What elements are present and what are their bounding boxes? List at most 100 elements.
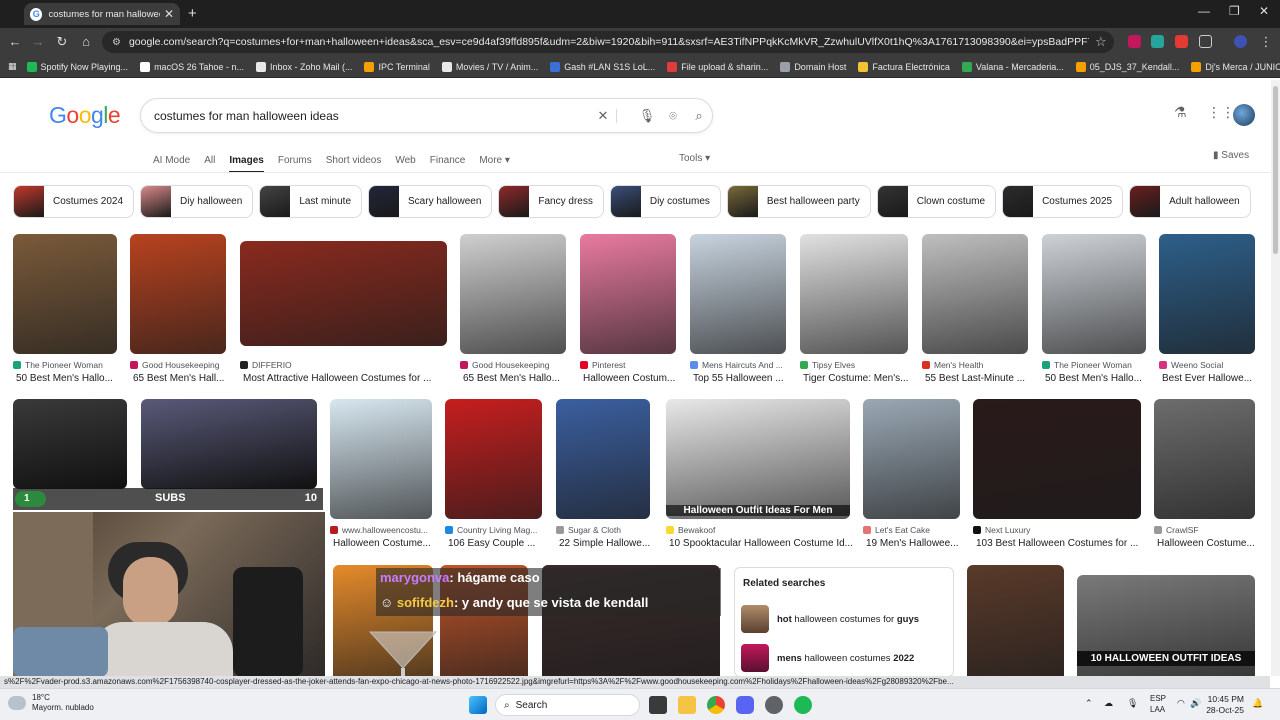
result-source[interactable]: Pinterest <box>580 360 626 370</box>
result-image[interactable]: Halloween Outfit Ideas For Men <box>666 399 850 519</box>
result-image[interactable] <box>13 399 127 489</box>
related-search-item[interactable]: mens halloween costumes 2022 <box>741 643 947 673</box>
tab-close-icon[interactable]: ✕ <box>164 7 174 21</box>
bookmark-item[interactable]: macOS 26 Tahoe - n... <box>140 61 244 72</box>
minimize-icon[interactable]: — <box>1198 4 1210 18</box>
extension-icon[interactable] <box>1128 35 1141 48</box>
result-image[interactable] <box>922 234 1028 354</box>
lens-camera-icon[interactable]: ⌾ <box>660 108 686 124</box>
site-info-icon[interactable]: ⚙ <box>112 37 121 48</box>
result-title[interactable]: Halloween Costume... <box>1157 538 1255 549</box>
result-image[interactable] <box>130 234 226 354</box>
result-image[interactable] <box>580 234 676 354</box>
system-clock[interactable]: 10:45 PM 28-Oct-25 <box>1200 694 1244 716</box>
bookmark-item[interactable]: Dj's Merca / JUNIO... <box>1191 61 1280 72</box>
browser-tab[interactable]: G costumes for man halloween id ✕ <box>24 3 180 25</box>
tools-button[interactable]: Tools ▾ <box>679 153 710 164</box>
tab-forums[interactable]: Forums <box>278 155 312 166</box>
bookmark-item[interactable]: Movies / TV / Anim... <box>441 61 538 72</box>
taskbar-search[interactable]: ⌕ Search <box>495 694 640 716</box>
related-search-item[interactable]: hot halloween costumes for guys <box>741 604 947 634</box>
avatar[interactable] <box>1233 104 1255 126</box>
result-image[interactable]: 10 HALLOWEEN OUTFIT IDEAS <box>1077 575 1255 676</box>
bookmark-item[interactable]: Valana - Mercaderia... <box>961 61 1064 72</box>
result-source[interactable]: DIFFERIO <box>240 360 292 370</box>
result-image[interactable] <box>973 399 1141 519</box>
result-image[interactable] <box>863 399 960 519</box>
result-source[interactable]: The Pioneer Woman <box>13 360 103 370</box>
spotify-icon[interactable] <box>794 696 812 714</box>
mic-tray-icon[interactable]: 🎙 <box>1127 698 1138 709</box>
result-title[interactable]: Best Ever Hallowe... <box>1162 373 1252 384</box>
saves-button[interactable]: ▮ Saves <box>1213 150 1249 161</box>
bookmark-item[interactable]: Factura Electrónica <box>858 61 950 72</box>
chrome-icon[interactable] <box>707 696 725 714</box>
refinement-chip[interactable]: Best halloween party <box>726 185 871 218</box>
google-apps-icon[interactable]: ⋮⋮ <box>1207 104 1235 121</box>
result-image[interactable] <box>967 565 1064 676</box>
search-input[interactable]: costumes for man halloween ideas <box>154 109 590 123</box>
result-title[interactable]: 50 Best Men's Hallo... <box>1045 373 1142 384</box>
url-text[interactable]: google.com/search?q=costumes+for+man+hal… <box>129 36 1089 48</box>
tab-finance[interactable]: Finance <box>430 155 466 166</box>
tab-ai-mode[interactable]: AI Mode <box>153 155 190 166</box>
google-logo[interactable]: Google <box>49 102 121 129</box>
result-title[interactable]: 10 Spooktacular Halloween Costume Id... <box>669 538 853 549</box>
result-title[interactable]: 55 Best Last-Minute ... <box>925 373 1025 384</box>
start-icon[interactable] <box>469 696 487 714</box>
result-title[interactable]: 106 Easy Couple ... <box>448 538 535 549</box>
refinement-chip[interactable]: Last minute <box>259 185 363 218</box>
result-source[interactable]: CrawlSF <box>1154 525 1199 535</box>
tab-images[interactable]: Images <box>229 155 264 173</box>
bookmark-item[interactable]: File upload & sharin... <box>667 61 768 72</box>
result-title[interactable]: 50 Best Men's Hallo... <box>16 373 113 384</box>
tab-short-videos[interactable]: Short videos <box>326 155 382 166</box>
bookmark-item[interactable]: Domain Host <box>780 61 846 72</box>
refinement-chip[interactable]: Diy halloween <box>140 185 254 218</box>
result-source[interactable]: Next Luxury <box>973 525 1030 535</box>
profile-icon[interactable] <box>1234 35 1247 48</box>
result-source[interactable]: Weeno Social <box>1159 360 1223 370</box>
result-title[interactable]: Top 55 Halloween ... <box>693 373 784 384</box>
result-source[interactable]: Men's Health <box>922 360 983 370</box>
bookmark-item[interactable]: IPC Terminal <box>364 61 430 72</box>
maximize-icon[interactable]: ❐ <box>1229 4 1240 18</box>
result-title[interactable]: 22 Simple Hallowe... <box>559 538 650 549</box>
bookmark-item[interactable]: 05_DJS_37_Kendall... <box>1075 61 1179 72</box>
result-source[interactable]: Sugar & Cloth <box>556 525 621 535</box>
result-source[interactable]: The Pioneer Woman <box>1042 360 1132 370</box>
new-tab-button[interactable]: + <box>188 5 197 22</box>
result-image[interactable] <box>800 234 908 354</box>
result-source[interactable]: Country Living Mag... <box>445 525 537 535</box>
settings-gear-icon[interactable] <box>765 696 783 714</box>
extension-icon[interactable] <box>1175 35 1188 48</box>
bookmark-item[interactable]: Inbox - Zoho Mail (... <box>255 61 352 72</box>
refinement-chip[interactable]: Adult halloween <box>1129 185 1251 218</box>
task-view-icon[interactable] <box>649 696 667 714</box>
tray-chevron-icon[interactable]: ⌃ <box>1085 698 1093 709</box>
bookmark-star-icon[interactable]: ☆ <box>1095 34 1107 50</box>
result-source[interactable]: Good Housekeeping <box>460 360 550 370</box>
result-source[interactable]: Bewakoof <box>666 525 715 535</box>
discord-icon[interactable] <box>736 696 754 714</box>
wifi-icon[interactable]: ◠ <box>1177 698 1185 709</box>
result-title[interactable]: Most Attractive Halloween Costumes for .… <box>243 373 431 384</box>
file-explorer-icon[interactable] <box>678 696 696 714</box>
extensions-puzzle-icon[interactable] <box>1199 35 1212 48</box>
labs-flask-icon[interactable]: ⚗ <box>1174 104 1187 121</box>
onedrive-icon[interactable]: ☁ <box>1104 698 1113 709</box>
weather-widget[interactable]: 18°C Mayorm. nublado <box>8 693 94 713</box>
tab-all[interactable]: All <box>204 155 215 166</box>
search-icon[interactable]: ⌕ <box>686 108 712 124</box>
result-image[interactable] <box>690 234 786 354</box>
notification-bell-icon[interactable]: 🔔 <box>1252 698 1263 709</box>
result-title[interactable]: Halloween Costume... <box>333 538 431 549</box>
result-source[interactable]: www.halloweencostu... <box>330 525 428 535</box>
result-title[interactable]: 103 Best Halloween Costumes for ... <box>976 538 1138 549</box>
result-image[interactable] <box>1154 399 1255 519</box>
result-source[interactable]: Mens Haircuts And ... <box>690 360 783 370</box>
tab-more[interactable]: More ▾ <box>479 155 510 166</box>
scrollbar-thumb[interactable] <box>1273 86 1278 254</box>
result-title[interactable]: Halloween Costum... <box>583 373 675 384</box>
bookmark-item[interactable]: Spotify Now Playing... <box>26 61 128 72</box>
